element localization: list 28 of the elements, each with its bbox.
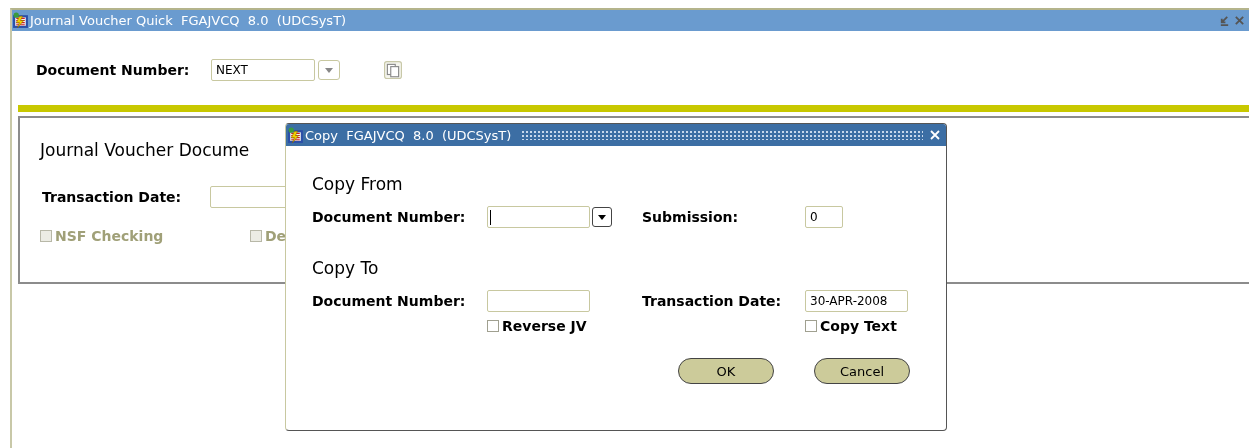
checkbox[interactable]: Reverse JV xyxy=(487,318,587,334)
dialog-title: Copy FGAJVCQ 8.0 (UDCSysT) xyxy=(305,127,512,143)
field-label: Submission: xyxy=(642,209,740,225)
field-label: Document Number: xyxy=(312,209,467,225)
window-title: Journal Voucher Quick FGAJVCQ 8.0 (UDCSysT) xyxy=(30,13,347,28)
dialog-button[interactable]: OK xyxy=(678,358,774,384)
section-heading: Copy To xyxy=(312,258,380,278)
dropdown-button[interactable] xyxy=(592,207,612,227)
field-label: Document Number: xyxy=(36,62,191,78)
caret-icon xyxy=(598,214,606,220)
field-label: Transaction Date: xyxy=(642,293,783,309)
document-number-field[interactable] xyxy=(487,290,590,312)
document-number-field[interactable]: NEXT xyxy=(211,59,315,81)
caret-icon xyxy=(325,67,333,73)
submission-field[interactable]: 0 xyxy=(805,206,843,228)
app-icon xyxy=(12,12,29,29)
dialog-button[interactable]: Cancel xyxy=(814,358,910,384)
checkbox[interactable]: Copy Text xyxy=(805,318,897,334)
field-label: Transaction Date: xyxy=(42,189,183,205)
document-number-field[interactable] xyxy=(487,206,590,228)
section-heading: Copy From xyxy=(312,174,404,194)
close-icon[interactable] xyxy=(1234,15,1245,26)
field-label: Document Number: xyxy=(312,293,467,309)
minimize-icon[interactable] xyxy=(1219,15,1230,26)
app-icon xyxy=(287,126,304,144)
section-heading: Journal Voucher Docume xyxy=(40,140,251,160)
copy-icon[interactable] xyxy=(384,61,402,79)
transaction-date-field[interactable]: 30-APR-2008 xyxy=(805,290,908,312)
